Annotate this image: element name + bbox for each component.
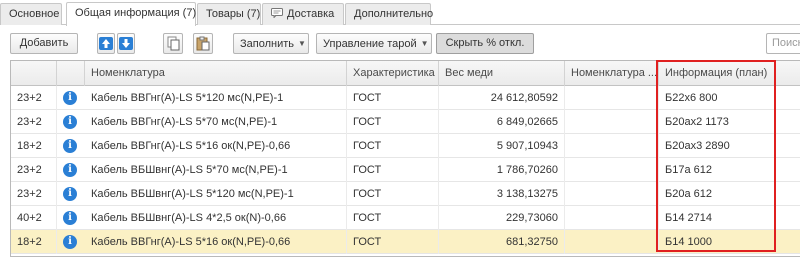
header-plan-info[interactable]: Информация (план) [659, 61, 800, 86]
cell-code: 18+2 [11, 230, 57, 254]
cell-nomenclature: Кабель ВВГнг(А)-LS 5*16 ок(N,PE)-0,66 [85, 134, 347, 158]
hide-deviation-button[interactable]: Скрыть % откл. [436, 33, 534, 54]
cell-copper-weight: 6 849,02665 [439, 110, 565, 134]
cell-plan-info: Б20а 612 [659, 182, 800, 206]
info-icon[interactable]: i [63, 235, 77, 249]
table-header: Номенклатура Характеристика Вес меди Ном… [11, 61, 800, 86]
header-copper-weight[interactable]: Вес меди [439, 61, 565, 86]
info-icon[interactable]: i [63, 91, 77, 105]
cell-characteristic: ГОСТ [347, 134, 439, 158]
table-row[interactable]: 23+2 Кабель ВВГнг(А)-LS 5*120 мс(N,PE)-1 Г… [11, 86, 800, 110]
info-icon[interactable]: i [63, 115, 77, 129]
cell-code: 23+2 [11, 158, 57, 182]
cell-copper-weight: 1 786,70260 [439, 158, 565, 182]
cell-copper-weight: 24 612,80592 [439, 86, 565, 110]
cell-plan-info: Б14 2714 [659, 206, 800, 230]
goods-table: Номенклатура Характеристика Вес меди Ном… [10, 60, 800, 257]
cell-code: 23+2 [11, 182, 57, 206]
cell-characteristic: ГОСТ [347, 110, 439, 134]
copy-icon [167, 36, 180, 51]
cell-characteristic: ГОСТ [347, 158, 439, 182]
tab-goods[interactable]: Товары (7) [197, 3, 261, 25]
table-row[interactable]: 40+2 Кабель ВБШвнг(А)-LS 4*2,5 ок(N)-0,66… [11, 206, 800, 230]
chevron-down-icon: ▼ [420, 39, 429, 48]
cell-code: 40+2 [11, 206, 57, 230]
tab-label: Товары (7) [206, 8, 261, 20]
cell-copper-weight: 229,73060 [439, 206, 565, 230]
cell-characteristic: ГОСТ [347, 206, 439, 230]
cell-plan-info: Б14 1000 [659, 230, 800, 254]
tab-additional[interactable]: Дополнительно [345, 3, 434, 25]
cell-nomenclature: Кабель ВВГнг(А)-LS 5*16 ок(N,PE)-0,66 [85, 230, 347, 254]
tab-bar: Основное Общая информация (7) Товары (7)… [0, 0, 800, 26]
cell-characteristic: ГОСТ [347, 230, 439, 254]
cell-plan-info: Б20ах3 2890 [659, 134, 800, 158]
copy-button[interactable] [163, 33, 183, 54]
cell-characteristic: ГОСТ [347, 182, 439, 206]
tab-label: Дополнительно [354, 8, 434, 20]
header-nomenclature[interactable]: Номенклатура [85, 61, 347, 86]
table-row[interactable]: 23+2 Кабель ВБШвнг(А)-LS 5*70 мс(N,PE)-1 Г… [11, 158, 800, 182]
add-button[interactable]: Добавить [10, 33, 78, 54]
cell-nomenclature: Кабель ВВГнг(А)-LS 5*120 мс(N,PE)-1 [85, 86, 347, 110]
info-icon[interactable]: i [63, 211, 77, 225]
cell-nomenclature-2 [565, 230, 659, 254]
cell-code: 18+2 [11, 134, 57, 158]
toolbar: Добавить Заполнить ▼ Управление тарой ▼ Ск… [0, 30, 800, 56]
tab-label: Основное [9, 8, 60, 20]
table-row[interactable]: 23+2 Кабель ВБШвнг(А)-LS 5*120 мс(N,PE)-1… [11, 182, 800, 206]
cell-nomenclature: Кабель ВБШвнг(А)-LS 5*70 мс(N,PE)-1 [85, 158, 347, 182]
cell-nomenclature: Кабель ВБШвнг(А)-LS 4*2,5 ок(N)-0,66 [85, 206, 347, 230]
tab-label: Доставка [287, 8, 335, 20]
table-row[interactable]: 23+2 Кабель ВВГнг(А)-LS 5*70 мс(N,PE)-1 ГО… [11, 110, 800, 134]
paste-button[interactable] [193, 33, 213, 54]
cell-nomenclature-2 [565, 134, 659, 158]
tab-general-info[interactable]: Общая информация (7) [66, 2, 196, 26]
header-code [11, 61, 57, 86]
chat-bubble-icon [271, 8, 283, 18]
fill-label: Заполнить [240, 38, 295, 50]
info-icon[interactable]: i [63, 163, 77, 177]
header-icon [57, 61, 85, 86]
cell-plan-info: Б20ах2 1173 [659, 110, 800, 134]
move-up-button[interactable] [97, 33, 115, 54]
tare-dropdown-button[interactable]: Управление тарой ▼ [316, 33, 432, 54]
table-row[interactable]: 18+2 Кабель ВВГнг(А)-LS 5*16 ок(N,PE)-0,6… [11, 134, 800, 158]
cell-nomenclature-2 [565, 110, 659, 134]
paste-icon [196, 36, 210, 51]
tab-delivery[interactable]: Доставка [262, 3, 344, 25]
arrow-up-icon [99, 37, 113, 50]
cell-nomenclature: Кабель ВБШвнг(А)-LS 5*120 мс(N,PE)-1 [85, 182, 347, 206]
cell-copper-weight: 5 907,10943 [439, 134, 565, 158]
search-input[interactable]: Поиск [766, 33, 800, 54]
cell-plan-info: Б17а 612 [659, 158, 800, 182]
cell-code: 23+2 [11, 86, 57, 110]
cell-copper-weight: 681,32750 [439, 230, 565, 254]
arrow-down-icon [119, 37, 133, 50]
tab-main[interactable]: Основное [0, 3, 62, 25]
cell-copper-weight: 3 138,13275 [439, 182, 565, 206]
cell-nomenclature-2 [565, 182, 659, 206]
header-characteristic[interactable]: Характеристика [347, 61, 439, 86]
cell-nomenclature-2 [565, 86, 659, 110]
info-icon[interactable]: i [63, 187, 77, 201]
info-icon[interactable]: i [63, 139, 77, 153]
cell-plan-info: Б22х6 800 [659, 86, 800, 110]
cell-nomenclature: Кабель ВВГнг(А)-LS 5*70 мс(N,PE)-1 [85, 110, 347, 134]
cell-nomenclature-2 [565, 206, 659, 230]
tab-label: Общая информация (7) [75, 7, 197, 19]
header-nomenclature-2[interactable]: Номенклатура ... [565, 61, 659, 86]
table-row-selected[interactable]: 18+2 Кабель ВВГнг(А)-LS 5*16 ок(N,PE)-0,6… [11, 230, 800, 254]
cell-nomenclature-2 [565, 158, 659, 182]
fill-dropdown-button[interactable]: Заполнить ▼ [233, 33, 309, 54]
move-down-button[interactable] [117, 33, 135, 54]
cell-characteristic: ГОСТ [347, 86, 439, 110]
tare-label: Управление тарой [323, 38, 417, 50]
chevron-down-icon: ▼ [298, 39, 306, 48]
cell-code: 23+2 [11, 110, 57, 134]
